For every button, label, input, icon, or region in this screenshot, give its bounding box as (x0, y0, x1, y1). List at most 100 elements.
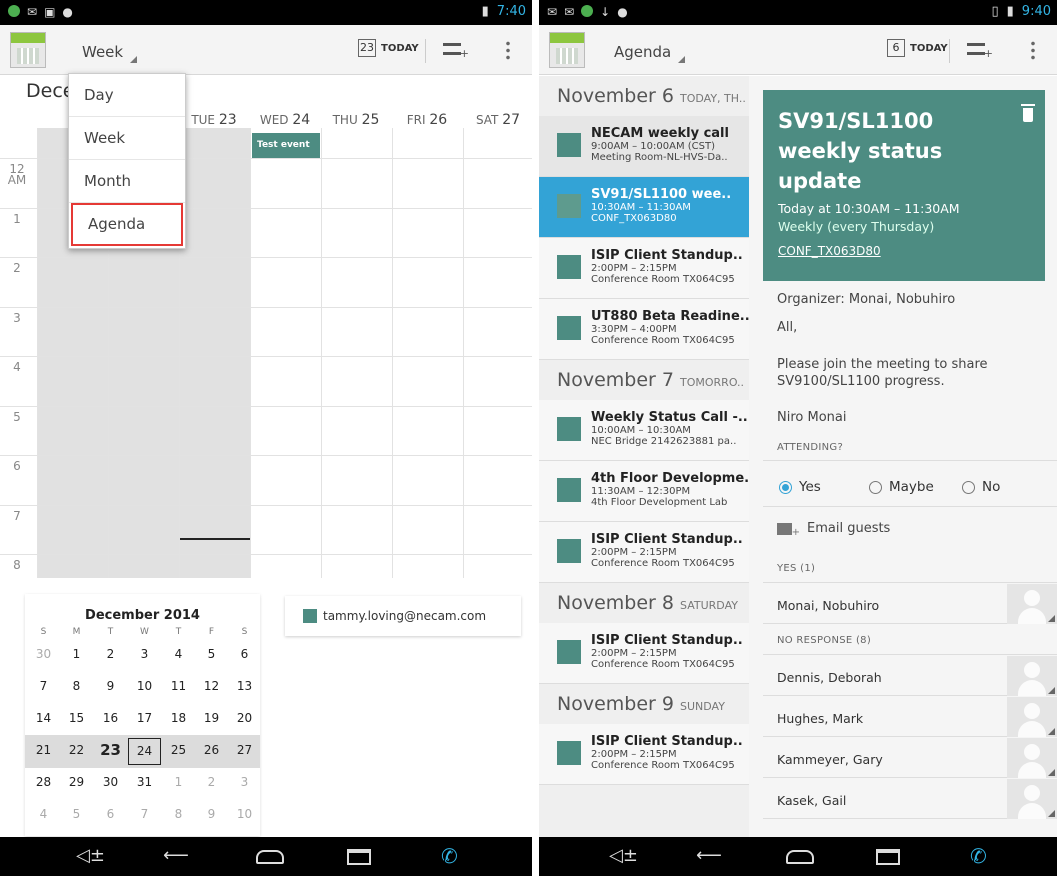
agenda-event[interactable]: ISIP Client Standup.. 2:00PM – 2:15PM Conf… (539, 623, 751, 684)
mini-calendar-day[interactable]: 16 (94, 711, 127, 725)
mini-calendar-day[interactable]: 30 (27, 647, 60, 661)
day-header[interactable]: THU 25 (321, 112, 391, 128)
today-button[interactable]: 23 TODAY (358, 39, 419, 57)
mini-calendar-day[interactable]: 25 (162, 743, 195, 757)
rsvp-yes[interactable]: Yes (779, 479, 821, 495)
guest-row[interactable]: Kammeyer, Gary (763, 738, 1057, 778)
day-column[interactable] (392, 128, 463, 578)
new-event-icon[interactable] (967, 43, 993, 60)
menu-item-month[interactable]: Month (69, 160, 185, 203)
day-header[interactable]: WED 24 (250, 112, 320, 128)
view-spinner[interactable]: Week (82, 43, 138, 63)
day-column[interactable] (463, 128, 532, 578)
agenda-event[interactable]: NECAM weekly call 9:00AM – 10:00AM (CST) M… (539, 116, 751, 177)
day-header[interactable]: TUE 23 (179, 112, 249, 128)
mini-calendar-day[interactable]: 6 (94, 807, 127, 821)
mini-calendar-day[interactable]: 10 (128, 679, 161, 693)
guest-row[interactable]: Kasek, Gail (763, 779, 1057, 819)
back-icon[interactable]: ⟵ (696, 845, 722, 867)
agenda-event[interactable]: UT880 Beta Readine.. 3:30PM – 4:00PM Confe… (539, 299, 751, 360)
avatar[interactable] (1007, 779, 1057, 819)
mini-calendar-day[interactable]: 2 (195, 775, 228, 789)
mini-calendar-day[interactable]: 5 (195, 647, 228, 661)
recent-apps-icon[interactable] (347, 849, 371, 865)
mini-calendar-day[interactable]: 6 (228, 647, 261, 661)
mini-calendar-day[interactable]: 13 (228, 679, 261, 693)
mini-calendar-day[interactable]: 19 (195, 711, 228, 725)
mini-calendar-day[interactable]: 11 (162, 679, 195, 693)
rsvp-no[interactable]: No (962, 479, 1000, 495)
rsvp-maybe[interactable]: Maybe (869, 479, 934, 495)
agenda-event[interactable]: ISIP Client Standup.. 2:00PM – 2:15PM Conf… (539, 522, 751, 583)
day-column[interactable] (250, 128, 321, 578)
mini-calendar-day[interactable]: 15 (60, 711, 93, 725)
guest-row[interactable]: Monai, Nobuhiro (763, 584, 1057, 624)
calendar-event[interactable]: Test event (252, 133, 320, 158)
overflow-menu-icon[interactable] (506, 40, 510, 60)
mini-calendar-day[interactable]: 22 (60, 743, 93, 757)
mini-calendar-day[interactable]: 4 (27, 807, 60, 821)
email-guests-button[interactable]: Email guests (807, 521, 890, 536)
avatar[interactable] (1007, 584, 1057, 624)
calendar-app-icon[interactable] (10, 32, 46, 68)
overflow-menu-icon[interactable] (1031, 40, 1035, 60)
mini-calendar-day[interactable]: 20 (228, 711, 261, 725)
delete-icon[interactable] (1021, 104, 1035, 122)
avatar[interactable] (1007, 656, 1057, 696)
home-icon[interactable] (786, 850, 814, 864)
phone-icon[interactable]: ✆ (441, 844, 458, 868)
day-header[interactable]: SAT 27 (463, 112, 532, 128)
mini-calendar-day[interactable]: 7 (128, 807, 161, 821)
mini-calendar-day[interactable]: 10 (228, 807, 261, 821)
event-location-link[interactable]: CONF_TX063D80 (778, 244, 1045, 258)
today-button[interactable]: 6 TODAY (887, 39, 948, 57)
day-column[interactable] (179, 128, 250, 578)
mini-calendar-day[interactable]: 9 (94, 679, 127, 693)
mini-calendar-day[interactable]: 31 (128, 775, 161, 789)
guest-row[interactable]: Dennis, Deborah (763, 656, 1057, 696)
agenda-event[interactable]: 4th Floor Developme.. 11:30AM – 12:30PM 4t… (539, 461, 751, 522)
mini-calendar-day[interactable]: 1 (60, 647, 93, 661)
guest-row[interactable]: Hughes, Mark (763, 697, 1057, 737)
agenda-event[interactable]: SV91/SL1100 wee.. 10:30AM – 11:30AM CONF_T… (539, 177, 751, 238)
menu-item-day[interactable]: Day (69, 74, 185, 117)
day-header[interactable]: FRI 26 (392, 112, 462, 128)
agenda-event[interactable]: Weekly Status Call -.. 10:00AM – 10:30AM N… (539, 400, 751, 461)
email-guests-icon[interactable] (777, 523, 800, 538)
mini-calendar-day[interactable]: 4 (162, 647, 195, 661)
menu-item-week[interactable]: Week (69, 117, 185, 160)
recent-apps-icon[interactable] (876, 849, 900, 865)
back-icon[interactable]: ⟵ (163, 845, 189, 867)
mini-calendar-day[interactable]: 9 (195, 807, 228, 821)
mini-calendar-day[interactable]: 24 (128, 738, 161, 765)
new-event-icon[interactable] (443, 43, 469, 60)
volume-icon[interactable]: ◁± (76, 845, 105, 867)
account-item[interactable]: tammy.loving@necam.com (285, 596, 521, 636)
phone-icon[interactable]: ✆ (970, 844, 987, 868)
mini-calendar-day[interactable]: 8 (60, 679, 93, 693)
agenda-event[interactable]: ISIP Client Standup.. 2:00PM – 2:15PM Conf… (539, 238, 751, 299)
menu-item-agenda[interactable]: Agenda (71, 203, 183, 246)
calendar-app-icon[interactable] (549, 32, 585, 68)
mini-calendar-day[interactable]: 8 (162, 807, 195, 821)
mini-calendar-day[interactable]: 29 (60, 775, 93, 789)
agenda-event[interactable]: ISIP Client Standup.. 2:00PM – 2:15PM Conf… (539, 724, 751, 785)
volume-icon[interactable]: ◁± (609, 845, 638, 867)
mini-calendar-day[interactable]: 2 (94, 647, 127, 661)
mini-calendar-day[interactable]: 5 (60, 807, 93, 821)
mini-calendar-day[interactable]: 17 (128, 711, 161, 725)
mini-calendar-day[interactable]: 18 (162, 711, 195, 725)
mini-calendar-day[interactable]: 30 (94, 775, 127, 789)
mini-calendar-day[interactable]: 3 (128, 647, 161, 661)
mini-calendar-day[interactable]: 27 (228, 743, 261, 757)
mini-calendar-day[interactable]: 7 (27, 679, 60, 693)
mini-calendar-day[interactable]: 12 (195, 679, 228, 693)
day-column[interactable] (321, 128, 392, 578)
mini-calendar-day[interactable]: 26 (195, 743, 228, 757)
mini-calendar-day[interactable]: 23 (94, 741, 127, 759)
mini-calendar-day[interactable]: 14 (27, 711, 60, 725)
home-icon[interactable] (256, 850, 284, 864)
avatar[interactable] (1007, 697, 1057, 737)
mini-calendar-day[interactable]: 28 (27, 775, 60, 789)
mini-calendar-day[interactable]: 3 (228, 775, 261, 789)
